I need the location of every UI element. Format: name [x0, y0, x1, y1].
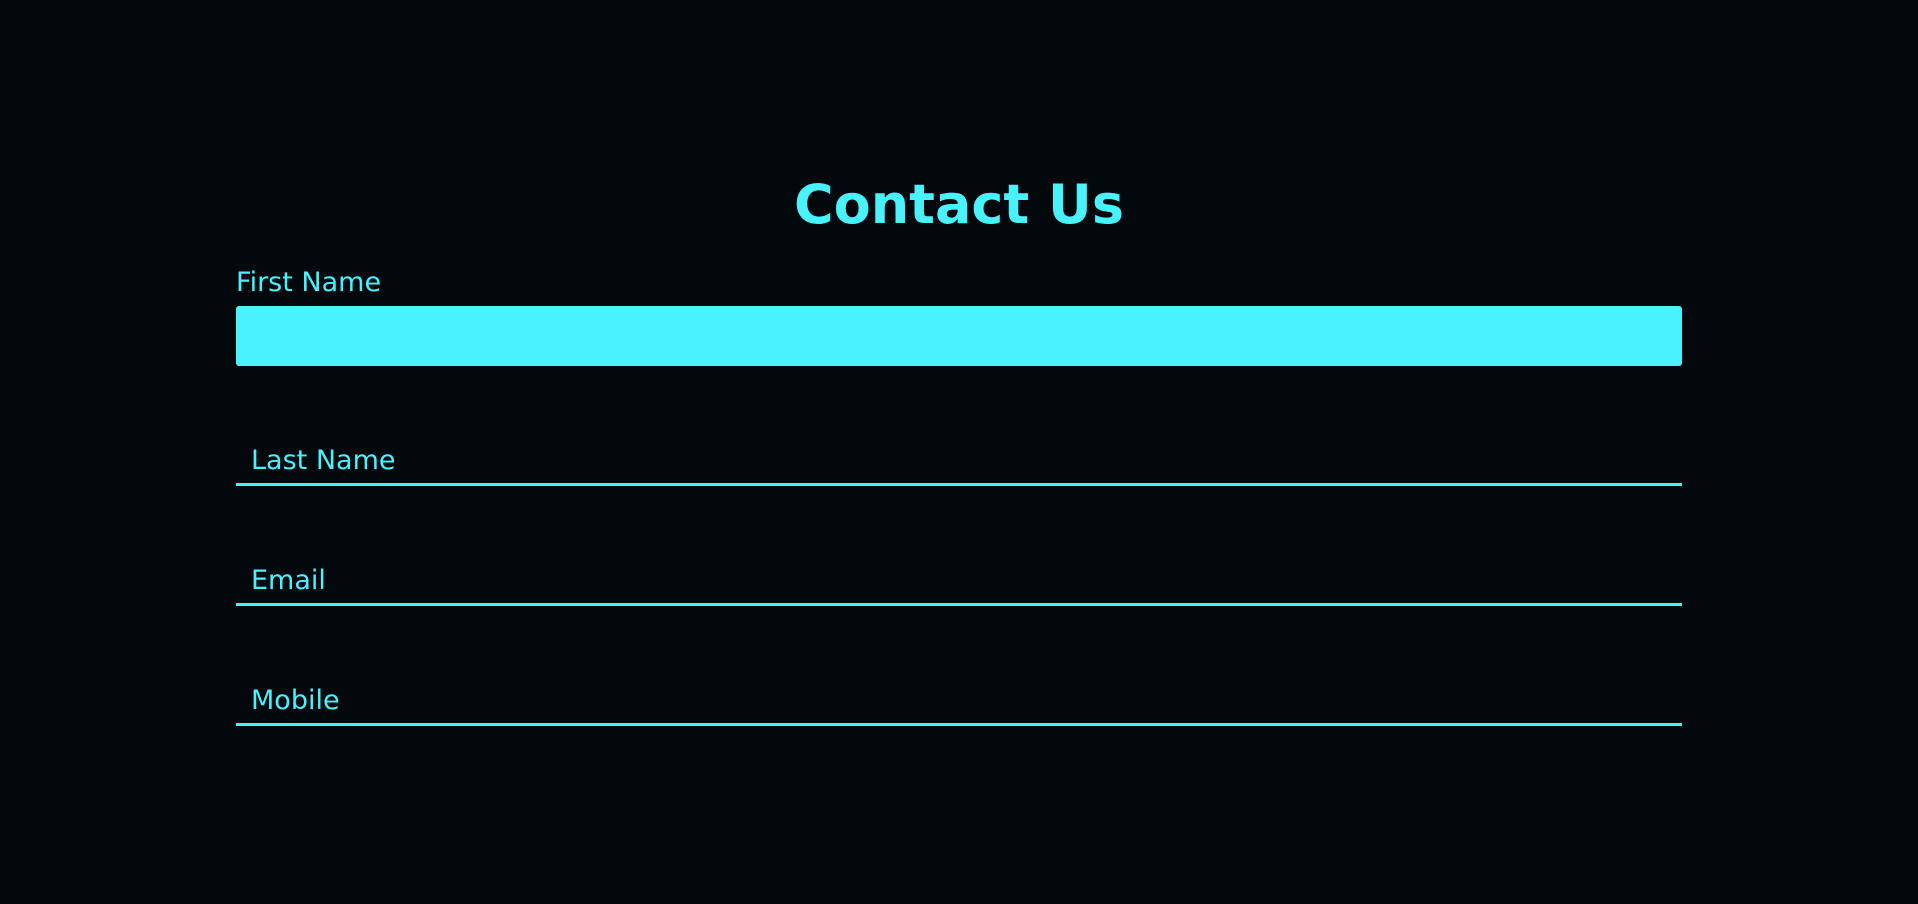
page-title: Contact Us — [793, 173, 1125, 236]
last-name-input[interactable] — [236, 426, 1682, 483]
mobile-input[interactable] — [236, 666, 1682, 723]
last-name-field — [236, 426, 1682, 486]
email-field — [236, 546, 1682, 606]
first-name-input[interactable] — [236, 306, 1682, 366]
contact-page: Contact Us First Name — [0, 0, 1918, 904]
mobile-field — [236, 666, 1682, 726]
first-name-label: First Name — [236, 267, 382, 298]
email-input[interactable] — [236, 546, 1682, 603]
